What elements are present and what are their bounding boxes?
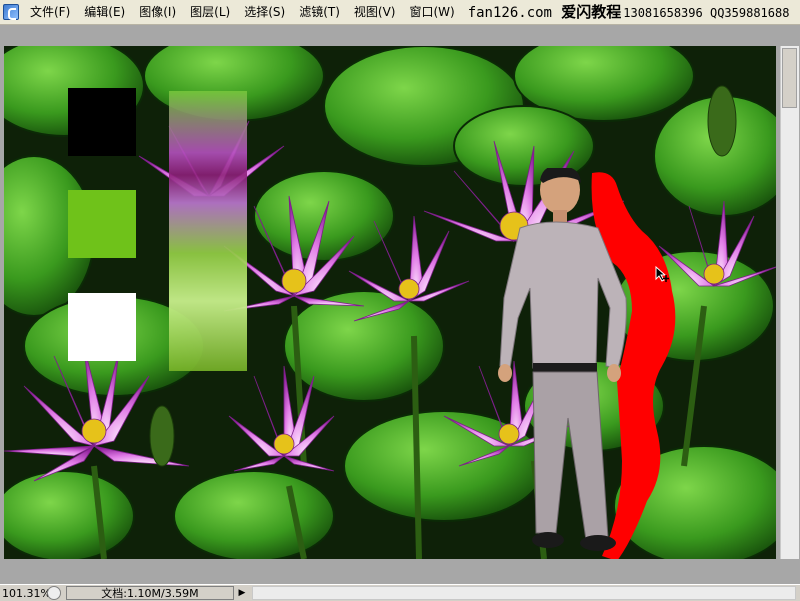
zoom-options-icon[interactable] <box>47 586 61 600</box>
status-menu-arrow-icon[interactable]: ▶ <box>236 586 248 600</box>
menu-image[interactable]: 图像(I) <box>132 0 183 24</box>
menu-edit[interactable]: 编辑(E) <box>77 0 132 24</box>
menu-filter[interactable]: 滤镜(T) <box>292 0 347 24</box>
photoshop-app-icon[interactable] <box>3 4 19 20</box>
banner-phone: 13081658396 <box>623 5 703 20</box>
status-bar: 101.31% 文档:1.10M/3.59M ▶ <box>0 584 800 601</box>
banner-qq: QQ359881688 <box>709 5 790 20</box>
menu-file[interactable]: 文件(F) <box>23 0 77 24</box>
document-window <box>0 40 800 584</box>
vertical-scroll-thumb[interactable] <box>782 48 797 108</box>
tutorial-banner: fan126.com 爱闪教程 13081658396 QQ359881688 <box>467 0 790 24</box>
document-size-info: 文档:1.10M/3.59M <box>66 586 234 600</box>
horizontal-scrollbar[interactable] <box>252 586 796 600</box>
menu-layer[interactable]: 图层(L) <box>183 0 237 24</box>
vertical-scrollbar[interactable] <box>780 46 799 559</box>
move-cursor-icon <box>655 265 669 282</box>
green-swatch <box>68 190 136 258</box>
menu-window[interactable]: 窗口(W) <box>402 0 461 24</box>
white-swatch <box>68 293 136 361</box>
black-swatch <box>68 88 136 156</box>
person-figure <box>498 168 627 551</box>
menu-bar: 文件(F) 编辑(E) 图像(I) 图层(L) 选择(S) 滤镜(T) 视图(V… <box>0 0 800 25</box>
zoom-level[interactable]: 101.31% <box>0 587 51 600</box>
menu-select[interactable]: 选择(S) <box>237 0 292 24</box>
menu-view[interactable]: 视图(V) <box>347 0 403 24</box>
image-canvas[interactable] <box>4 46 776 559</box>
banner-site: fan126.com <box>467 4 552 21</box>
banner-name: 爱闪教程 <box>561 2 622 21</box>
gradient-strip <box>169 91 247 371</box>
